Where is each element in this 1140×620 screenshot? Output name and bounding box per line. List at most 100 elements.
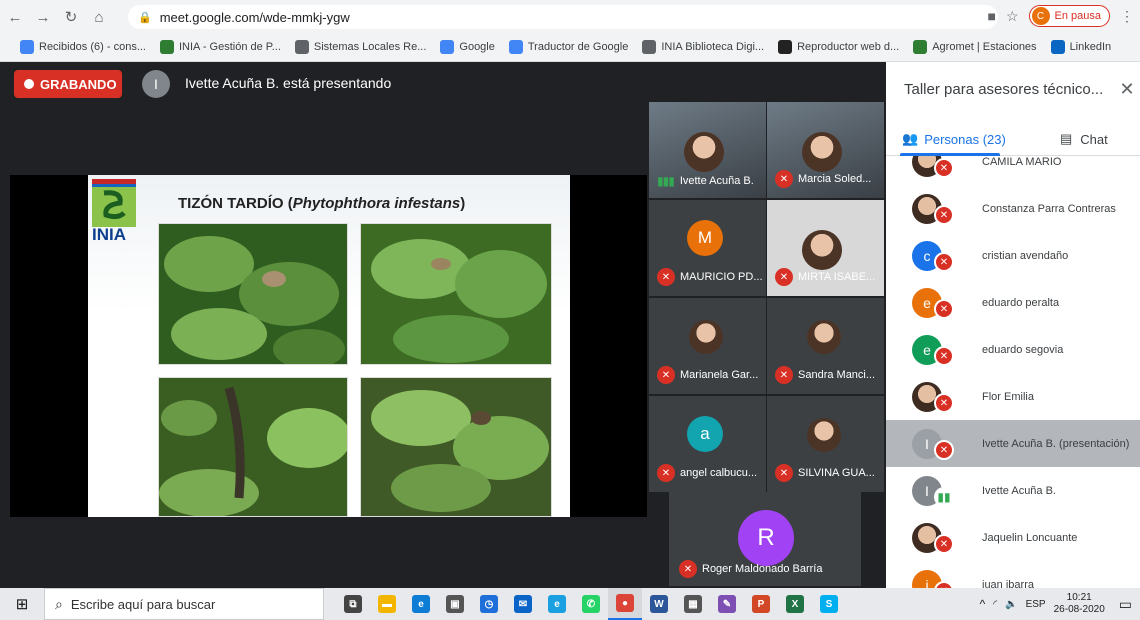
bookmark-item[interactable]: INIA - Gestión de P... — [159, 40, 281, 54]
people-panel: Taller para asesores técnico... ✕ 👥 Pers… — [886, 62, 1140, 588]
reload-icon[interactable]: ↻ — [58, 4, 84, 30]
language-indicator[interactable]: ESP — [1026, 599, 1046, 610]
chrome-icon[interactable]: ● — [608, 588, 642, 620]
participant-row[interactable]: e ✕ eduardo peralta — [886, 279, 1140, 326]
chat-icon: ▤ — [1060, 131, 1073, 146]
profile-avatar: C — [1031, 7, 1050, 25]
url-text: meet.google.com/wde-mmkj-ygw — [159, 9, 350, 25]
clock-date: 26-08-2020 — [1053, 604, 1105, 615]
word-icon[interactable]: W — [642, 588, 676, 620]
internet-explorer-icon[interactable]: e — [540, 588, 574, 620]
mic-off-icon: ✕ — [775, 170, 793, 188]
paint-icon[interactable]: ✎ — [710, 588, 744, 620]
edge-icon[interactable]: e — [404, 588, 438, 620]
network-icon[interactable]: ◜ — [993, 599, 997, 610]
profile-chip[interactable]: C En pausa — [1028, 5, 1110, 27]
participant-row[interactable]: I ✕ Ivette Acuña B. (presentación) — [886, 420, 1140, 467]
mic-off-icon: ✕ — [934, 440, 954, 460]
bookmark-label: Traductor de Google — [527, 41, 629, 53]
participant-row[interactable]: I ▮▮ Ivette Acuña B. — [886, 467, 1140, 514]
participant-name: eduardo segovia — [982, 343, 1064, 356]
participant-name: Sandra Manci... — [798, 369, 876, 381]
participant-row[interactable]: j✕juan ibarra — [886, 561, 1140, 588]
search-icon: ⌕ — [55, 595, 63, 612]
chevron-up-icon[interactable]: ^ — [980, 597, 986, 611]
recording-badge: GRABANDO — [14, 70, 122, 98]
address-bar[interactable]: 🔒 meet.google.com/wde-mmkj-ygw — [128, 5, 998, 29]
participant-tile[interactable]: ✕ Sandra Manci... — [767, 298, 884, 394]
mail-icon[interactable]: ✉ — [506, 588, 540, 620]
bookmark-item[interactable]: Google — [440, 40, 495, 54]
participant-name: Roger Maldonado Barría — [702, 563, 823, 575]
menu-icon[interactable]: ⋮ — [1120, 8, 1134, 25]
star-icon[interactable]: ☆ — [1006, 8, 1019, 25]
leaf-photo-3 — [158, 377, 348, 517]
task-view-icon[interactable]: ⧉ — [336, 588, 370, 620]
linkedin-icon — [1050, 40, 1065, 54]
bookmarks-bar: Recibidos (6) - cons... INIA - Gestión de… — [0, 34, 1140, 60]
participant-tile[interactable]: ▮▮▮ Ivette Acuña B. — [649, 102, 766, 198]
bookmark-item[interactable]: Traductor de Google — [508, 40, 629, 54]
excel-icon[interactable]: X — [778, 588, 812, 620]
whatsapp-icon[interactable]: ✆ — [574, 588, 608, 620]
app-glyph: ✎ — [718, 595, 736, 613]
skype-icon[interactable]: S — [812, 588, 846, 620]
participant-row[interactable]: ✕ CAMILA MARIO — [886, 156, 1140, 185]
clock-time: 10:21 — [1066, 592, 1092, 603]
participant-name: angel calbucu... — [680, 467, 758, 479]
taskbar-search[interactable]: ⌕ Escribe aquí para buscar — [44, 588, 324, 620]
notifications-icon[interactable]: ▭ — [1119, 596, 1132, 613]
participant-tile[interactable]: a ✕ angel calbucu... — [649, 396, 766, 492]
bookmark-item[interactable]: Agromet | Estaciones — [913, 40, 1037, 54]
bookmark-item[interactable]: LinkedIn — [1050, 40, 1111, 54]
mic-off-icon: ✕ — [657, 366, 675, 384]
agromet-icon — [913, 40, 928, 54]
close-icon[interactable]: ✕ — [1114, 76, 1140, 102]
tab-chat[interactable]: ▤ Chat — [1060, 122, 1108, 156]
participant-row[interactable]: c ✕ cristian avendaño — [886, 232, 1140, 279]
mic-off-icon: ✕ — [934, 299, 954, 319]
participant-row[interactable]: e ✕ eduardo segovia — [886, 326, 1140, 373]
windows-start-icon[interactable]: ⊞ — [0, 588, 44, 620]
participant-avatar — [689, 320, 723, 354]
participant-name: cristian avendaño — [982, 249, 1069, 262]
clock[interactable]: 10:21 26-08-2020 — [1054, 592, 1105, 616]
leaf-photo-2 — [360, 223, 552, 365]
bookmark-item[interactable]: Sistemas Locales Re... — [294, 40, 426, 54]
participant-row[interactable]: ✕ Jaquelin Loncuante — [886, 514, 1140, 561]
tab-people[interactable]: 👥 Personas (23) — [902, 122, 1006, 156]
app-glyph: X — [786, 595, 804, 613]
forward-icon[interactable]: → — [30, 4, 56, 30]
volume-icon[interactable]: 🔈 — [1005, 599, 1017, 610]
app-glyph: e — [548, 595, 566, 613]
browser-toolbar: ← → ↻ ⌂ 🔒 meet.google.com/wde-mmkj-ygw ■… — [0, 0, 1140, 62]
mic-off-icon: ✕ — [657, 464, 675, 482]
bookmark-item[interactable]: Recibidos (6) - cons... — [20, 40, 146, 54]
file-explorer-icon[interactable]: ▬ — [370, 588, 404, 620]
camera-icon[interactable]: ■ — [987, 8, 995, 24]
participant-tile[interactable]: ✕ MIRTA ISABE... — [767, 200, 884, 296]
presenter-avatar: I — [142, 70, 170, 98]
participant-tile[interactable]: ✕ Marianela Gar... — [649, 298, 766, 394]
participant-name: SILVINA GUA... — [798, 467, 875, 479]
bookmark-item[interactable]: INIA Biblioteca Digi... — [642, 40, 764, 54]
powerpoint-icon[interactable]: P — [744, 588, 778, 620]
back-icon[interactable]: ← — [2, 4, 28, 30]
participant-row[interactable]: ✕ Flor Emilia — [886, 373, 1140, 420]
app-glyph: ● — [616, 594, 634, 612]
home-icon[interactable]: ⌂ — [86, 4, 112, 30]
spotify-icon — [778, 40, 793, 54]
participant-name: Constanza Parra Contreras — [982, 202, 1116, 215]
participant-tile[interactable]: ✕ Marcia Soled... — [767, 102, 884, 198]
participant-tile-large[interactable]: R ✕ Roger Maldonado Barría — [669, 492, 861, 586]
calendar-icon[interactable]: ◷ — [472, 588, 506, 620]
participant-video — [802, 132, 842, 172]
participant-row[interactable]: ✕ Constanza Parra Contreras — [886, 185, 1140, 232]
participant-tile[interactable]: ✕ SILVINA GUA... — [767, 396, 884, 492]
participant-tile[interactable]: M ✕ MAURICIO PD... — [649, 200, 766, 296]
mic-off-icon: ✕ — [934, 534, 954, 554]
mic-off-icon: ✕ — [775, 464, 793, 482]
calculator-icon[interactable]: ▦ — [676, 588, 710, 620]
bookmark-item[interactable]: Reproductor web d... — [778, 40, 899, 54]
store-icon[interactable]: ▣ — [438, 588, 472, 620]
